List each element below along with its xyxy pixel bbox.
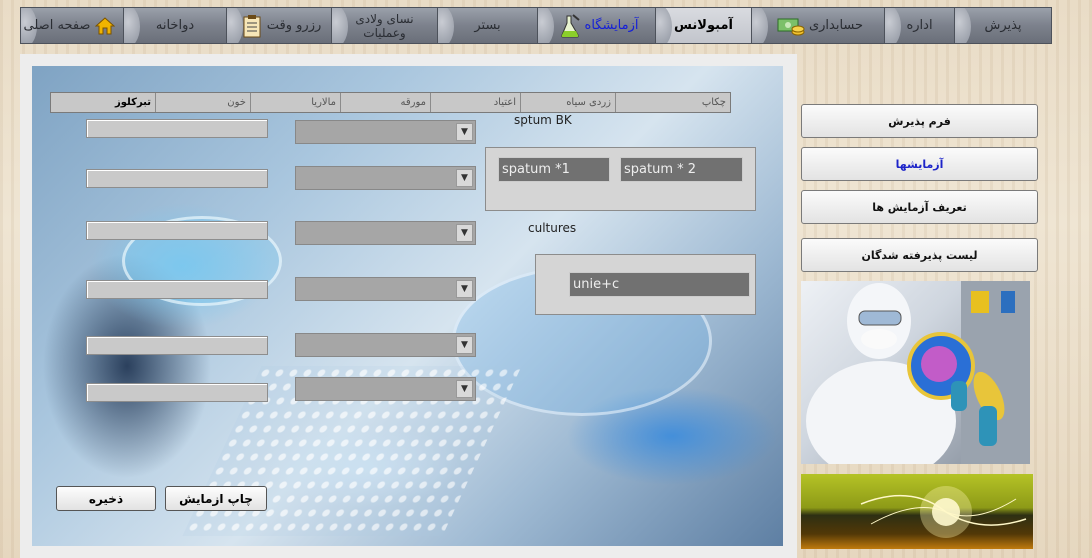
sputum-group-label: sptum BK <box>514 113 572 127</box>
sidebar-item-define-tests[interactable]: تعریف آزمایش ها <box>801 190 1038 224</box>
tab-label: صفحه اصلی <box>23 17 91 33</box>
tab-appointments[interactable]: رزرو وقت <box>226 7 331 44</box>
result-text-field[interactable] <box>86 221 268 240</box>
tab-ambulance[interactable]: آمبولانس <box>655 7 751 44</box>
tab-label: پذیرش <box>984 17 1022 33</box>
subtab-checkup[interactable]: چکاپ <box>615 93 730 112</box>
test-dropdown[interactable]: ▼ <box>295 221 476 245</box>
test-dropdown[interactable]: ▼ <box>295 333 476 357</box>
subtab-tuberculosis[interactable]: تبرکلوز <box>51 93 155 112</box>
money-icon <box>777 14 805 38</box>
top-navigation: صفحه اصلی دواخانه رزرو وقت نسای ولادی وع… <box>20 7 1052 44</box>
chevron-down-icon[interactable]: ▼ <box>456 380 473 398</box>
clipboard-icon <box>241 14 263 38</box>
result-text-field[interactable] <box>86 169 268 188</box>
tab-pharmacy[interactable]: دواخانه <box>123 7 226 44</box>
cultures-group-label: cultures <box>528 221 577 235</box>
main-panel: چکاپ زردی سیاه اعتیاد مورقه مالاریا خون … <box>20 54 797 558</box>
tab-label: حسابداری <box>808 17 864 33</box>
sputum-2-field[interactable]: spatum * 2 <box>620 157 743 182</box>
sidebar-item-tests[interactable]: آزمایشها <box>801 147 1038 181</box>
tab-laboratory[interactable]: آزمایشگاه <box>537 7 655 44</box>
sputum-1-field[interactable]: spatum *1 <box>498 157 610 182</box>
test-dropdown[interactable]: ▼ <box>295 377 476 401</box>
subtab-malaria[interactable]: مالاریا <box>250 93 340 112</box>
test-dropdown[interactable]: ▼ <box>295 277 476 301</box>
tab-label: رزرو وقت <box>266 17 322 33</box>
chevron-down-icon[interactable]: ▼ <box>456 224 473 242</box>
tab-reception[interactable]: پذیرش <box>954 7 1052 44</box>
test-dropdown[interactable]: ▼ <box>295 166 476 190</box>
flask-icon <box>559 13 581 38</box>
scientist-image <box>801 281 1030 464</box>
lab-background-image: چکاپ زردی سیاه اعتیاد مورقه مالاریا خون … <box>32 66 783 546</box>
sidebar-item-admitted-list[interactable]: لیست پذیرفته شدگان <box>801 238 1038 272</box>
print-test-button[interactable]: چاپ ازمایش <box>165 486 267 511</box>
chevron-down-icon[interactable]: ▼ <box>456 169 473 187</box>
chevron-down-icon[interactable]: ▼ <box>456 123 473 141</box>
test-dropdown[interactable]: ▼ <box>295 120 476 144</box>
test-category-tabs: چکاپ زردی سیاه اعتیاد مورقه مالاریا خون … <box>50 92 731 113</box>
result-text-field[interactable] <box>86 336 268 355</box>
decorative-banner-image <box>801 474 1033 549</box>
subtab-morqa[interactable]: مورقه <box>340 93 430 112</box>
result-text-field[interactable] <box>86 383 268 402</box>
tab-administration[interactable]: اداره <box>884 7 954 44</box>
subtab-blood[interactable]: خون <box>155 93 250 112</box>
result-text-field[interactable] <box>86 119 268 138</box>
cultures-field[interactable]: unie+c <box>569 272 750 297</box>
tab-label: اداره <box>906 17 933 33</box>
result-text-field[interactable] <box>86 280 268 299</box>
tab-home[interactable]: صفحه اصلی <box>20 7 123 44</box>
chevron-down-icon[interactable]: ▼ <box>456 336 473 354</box>
sidebar-item-admission-form[interactable]: فرم پذیرش <box>801 104 1038 138</box>
tab-inpatient[interactable]: بستر <box>437 7 537 44</box>
save-button[interactable]: ذخیره <box>56 486 156 511</box>
tab-obstetrics[interactable]: نسای ولادی وعملیات <box>331 7 437 44</box>
tab-label: آمبولانس <box>674 17 733 33</box>
subtab-addiction[interactable]: اعتیاد <box>430 93 520 112</box>
sputum-group: spatum *1 spatum * 2 <box>485 147 756 211</box>
tab-label: نسای ولادی وعملیات <box>355 11 414 40</box>
subtab-black-jaundice[interactable]: زردی سیاه <box>520 93 615 112</box>
tab-label: بستر <box>474 17 501 33</box>
tab-label: آزمایشگاه <box>584 17 639 33</box>
home-icon <box>94 14 116 38</box>
tab-accounting[interactable]: حسابداری <box>751 7 884 44</box>
cultures-group: unie+c <box>535 254 756 315</box>
tab-label: دواخانه <box>155 17 195 33</box>
chevron-down-icon[interactable]: ▼ <box>456 280 473 298</box>
